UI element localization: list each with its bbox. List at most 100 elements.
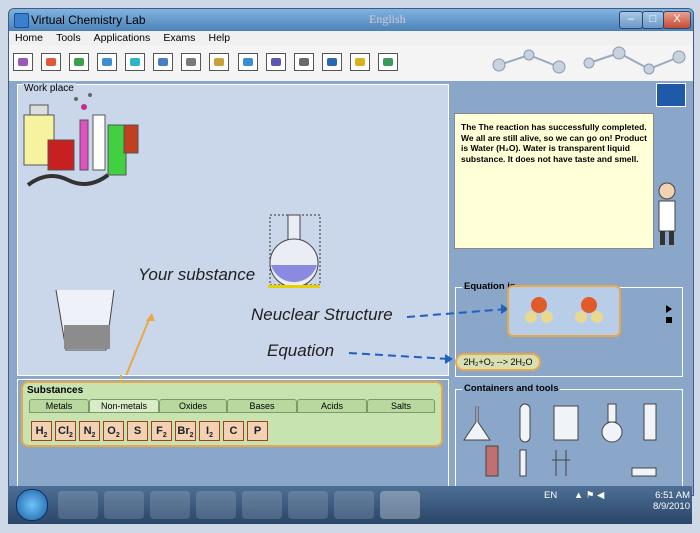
- exam-tool-icon[interactable]: [377, 53, 398, 71]
- monitor-tool-icon[interactable]: [321, 53, 342, 71]
- element-subscript: 2: [91, 432, 96, 440]
- water-molecule-icon: [525, 297, 603, 323]
- element-symbol: C: [229, 425, 238, 437]
- vlc-taskbar-icon[interactable]: [196, 491, 236, 519]
- element-symbol: H: [35, 425, 44, 437]
- menu-applications[interactable]: Applications: [94, 31, 151, 45]
- system-tray: EN ▲ ⚑ ◀ 6:51 AM 8/9/2010: [544, 490, 690, 512]
- element-symbol: Br: [177, 425, 190, 437]
- language-label[interactable]: English: [369, 12, 439, 26]
- tray-icons[interactable]: ▲ ⚑ ◀: [574, 490, 605, 501]
- tab-oxides[interactable]: Oxides: [159, 399, 227, 413]
- beaker-icon: [553, 405, 579, 441]
- tab-bases[interactable]: Bases: [227, 399, 297, 413]
- neuclear-structure-label: Neuclear Structure: [251, 305, 393, 324]
- explorer-taskbar-icon[interactable]: [58, 491, 98, 519]
- media-taskbar-icon[interactable]: [150, 491, 190, 519]
- burner-tool-icon[interactable]: [153, 53, 174, 71]
- tube-tool-icon[interactable]: [125, 53, 146, 71]
- molecule-decoration: [492, 46, 686, 75]
- start-button[interactable]: [16, 489, 48, 521]
- equation-display: 2H₂+O₂ --> 2H₂O: [455, 353, 541, 371]
- element-h-button[interactable]: H2: [31, 421, 52, 441]
- element-p-button[interactable]: P: [247, 421, 268, 441]
- round-flask-icon: [601, 421, 623, 443]
- table-tool-icon[interactable]: [209, 53, 230, 71]
- book-tool-icon[interactable]: [237, 53, 258, 71]
- toolbar: [9, 45, 693, 81]
- element-symbol: O: [107, 425, 116, 437]
- clock-date[interactable]: 8/9/2010: [653, 501, 690, 512]
- title-bar: Virtual Chemistry Lab English – □ X: [9, 9, 693, 31]
- containers-label: Containers and tools: [462, 383, 561, 394]
- clock-time[interactable]: 6:51 AM: [655, 490, 690, 501]
- element-br-button[interactable]: Br2: [175, 421, 196, 441]
- window-title: Virtual Chemistry Lab: [31, 13, 146, 27]
- ie-taskbar-icon[interactable]: [104, 491, 144, 519]
- work-place-panel: Work place Your substance: [17, 83, 449, 376]
- menu-bar: Home Tools Applications Exams Help: [9, 31, 693, 45]
- menu-home[interactable]: Home: [15, 31, 43, 45]
- element-symbol: Cl: [58, 425, 70, 437]
- cycle-tool-icon[interactable]: [181, 53, 202, 71]
- substances-label: Substances: [27, 385, 84, 396]
- cylinder-icon: [643, 403, 657, 441]
- close-button[interactable]: X: [663, 11, 691, 29]
- logo-icon: [656, 83, 686, 107]
- chart-tool-icon[interactable]: [265, 53, 286, 71]
- lab-equipment-illustration: [23, 93, 321, 375]
- molecule-tool-icon[interactable]: [41, 53, 62, 71]
- atom-tool-icon[interactable]: [13, 53, 33, 71]
- element-cl-button[interactable]: Cl2: [55, 421, 76, 441]
- element-subscript: 2: [162, 432, 167, 440]
- app-icon: [14, 13, 29, 28]
- element-symbol: P: [253, 425, 262, 437]
- test-tube-icon: [519, 403, 531, 443]
- flask-tool-icon[interactable]: [69, 53, 90, 71]
- stand-icon: [552, 450, 570, 476]
- element-c-button[interactable]: C: [223, 421, 244, 441]
- element-n-button[interactable]: N2: [79, 421, 100, 441]
- element-subscript: 2: [189, 432, 194, 440]
- stop-icon[interactable]: [666, 317, 672, 323]
- element-symbol: F: [156, 425, 163, 437]
- substances-panel: Substances Metals Non-metals Oxides Base…: [21, 381, 443, 447]
- heater-icon: [485, 445, 499, 477]
- menu-help[interactable]: Help: [209, 31, 231, 45]
- element-f-button[interactable]: F2: [151, 421, 172, 441]
- balance-tool-icon[interactable]: [293, 53, 314, 71]
- element-symbol: N: [83, 425, 92, 437]
- app-window: Virtual Chemistry Lab English – □ X Home…: [8, 8, 694, 496]
- element-s-button[interactable]: S: [127, 421, 148, 441]
- reaction-message: The The reaction has successfully comple…: [461, 122, 647, 164]
- firefox-taskbar-icon[interactable]: [242, 491, 282, 519]
- dish-icon: [631, 467, 657, 477]
- maximize-button[interactable]: □: [642, 11, 664, 29]
- element-subscript: 2: [69, 432, 73, 440]
- element-o-button[interactable]: O2: [103, 421, 124, 441]
- chemistry-lab-taskbar-icon[interactable]: [380, 491, 420, 519]
- tab-non-metals[interactable]: Non-metals: [89, 399, 159, 413]
- language-indicator[interactable]: EN: [544, 490, 557, 501]
- scientist-icon: [658, 182, 676, 245]
- help-tool-icon[interactable]: [349, 53, 370, 71]
- menu-exams[interactable]: Exams: [163, 31, 195, 45]
- taskbar: EN ▲ ⚑ ◀ 6:51 AM 8/9/2010: [8, 486, 692, 524]
- scroll-right-icon[interactable]: [666, 305, 672, 313]
- menu-tools[interactable]: Tools: [56, 31, 81, 45]
- molecule-structure-box: [507, 285, 621, 337]
- your-substance-label: Your substance: [138, 265, 256, 284]
- containers-tools-grid: [463, 403, 657, 477]
- element-subscript: 2: [43, 432, 48, 440]
- erlenmeyer-flask-icon: [463, 406, 491, 441]
- minimize-button[interactable]: –: [619, 11, 643, 29]
- equation-label: Equation: [267, 341, 335, 360]
- word-taskbar-icon[interactable]: [334, 491, 374, 519]
- tab-acids[interactable]: Acids: [297, 399, 367, 413]
- burner-icon: [519, 449, 527, 477]
- app-taskbar-icon[interactable]: [288, 491, 328, 519]
- element-i-button[interactable]: I2: [199, 421, 220, 441]
- tab-salts[interactable]: Salts: [367, 399, 435, 413]
- beaker-tool-icon[interactable]: [97, 53, 118, 71]
- tab-metals[interactable]: Metals: [29, 399, 89, 413]
